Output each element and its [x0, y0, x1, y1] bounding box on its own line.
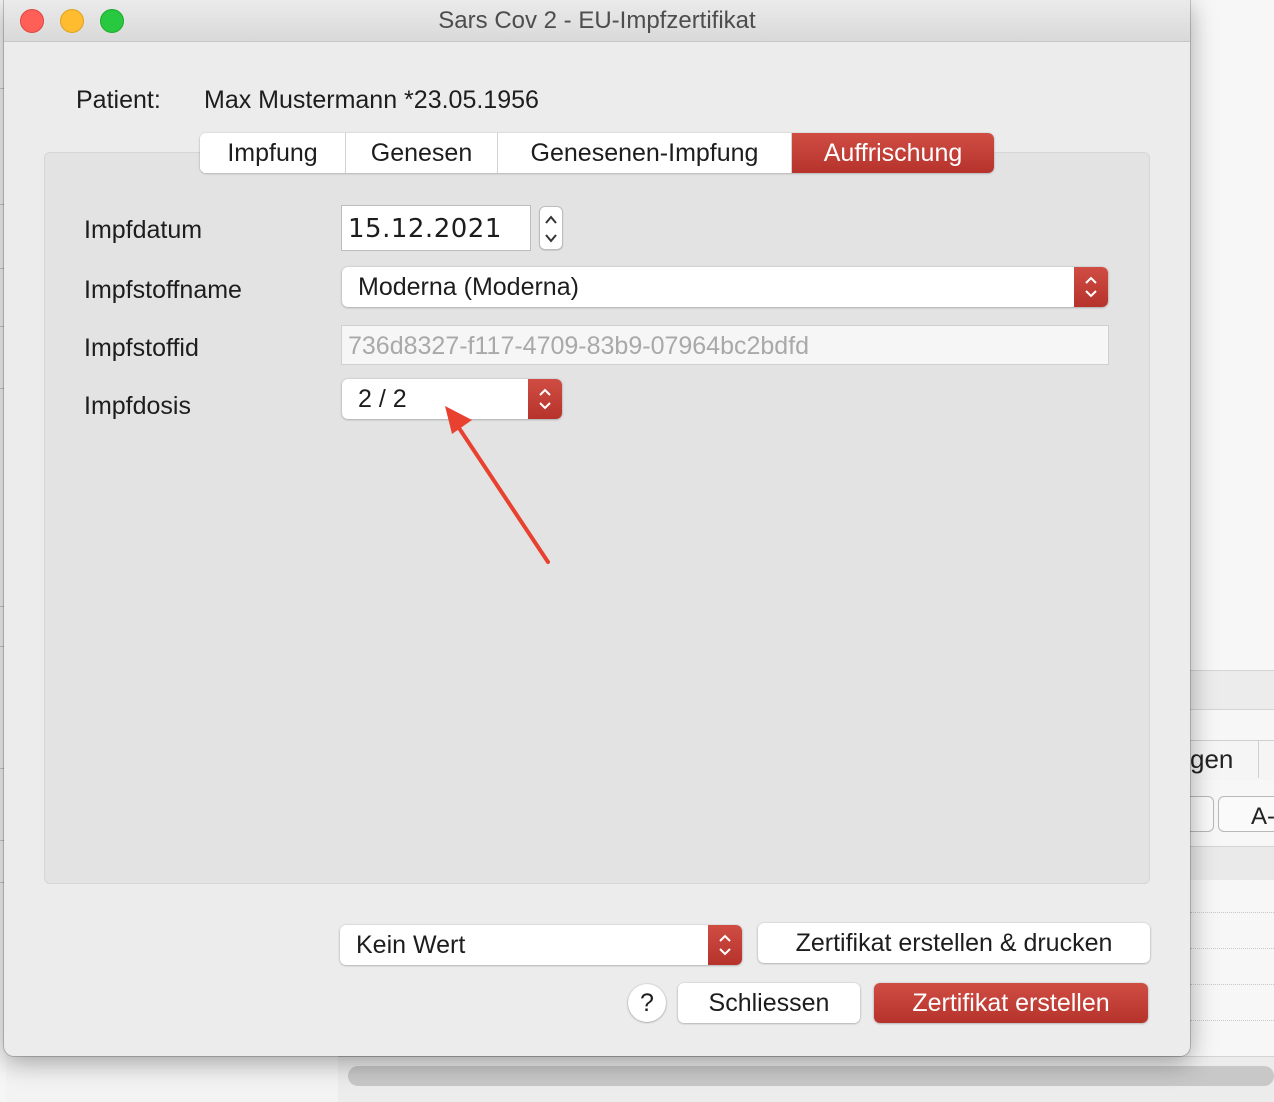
create-and-print-button[interactable]: Zertifikat erstellen & drucken: [758, 923, 1150, 963]
select-arrows-icon: [708, 925, 742, 965]
background-button-a[interactable]: A-: [1218, 796, 1274, 832]
printer-select[interactable]: Kein Wert: [340, 925, 742, 965]
background-button[interactable]: [1190, 796, 1214, 832]
close-button[interactable]: Schliessen: [678, 983, 860, 1023]
printer-select-value: Kein Wert: [356, 931, 466, 959]
create-certificate-button[interactable]: Zertifikat erstellen: [874, 983, 1148, 1023]
background-toolbar: [1190, 670, 1274, 710]
background-right-area: [1190, 0, 1274, 1102]
background-scrollbar[interactable]: [348, 1066, 1274, 1086]
background-bar: [1190, 846, 1274, 880]
help-button[interactable]: ?: [628, 984, 666, 1022]
annotation-arrow-icon: [445, 406, 550, 564]
impfzertifikat-dialog: Sars Cov 2 - EU-Impfzertifikat Patient: …: [4, 0, 1190, 1056]
background-tab-label[interactable]: gen: [1190, 744, 1233, 775]
